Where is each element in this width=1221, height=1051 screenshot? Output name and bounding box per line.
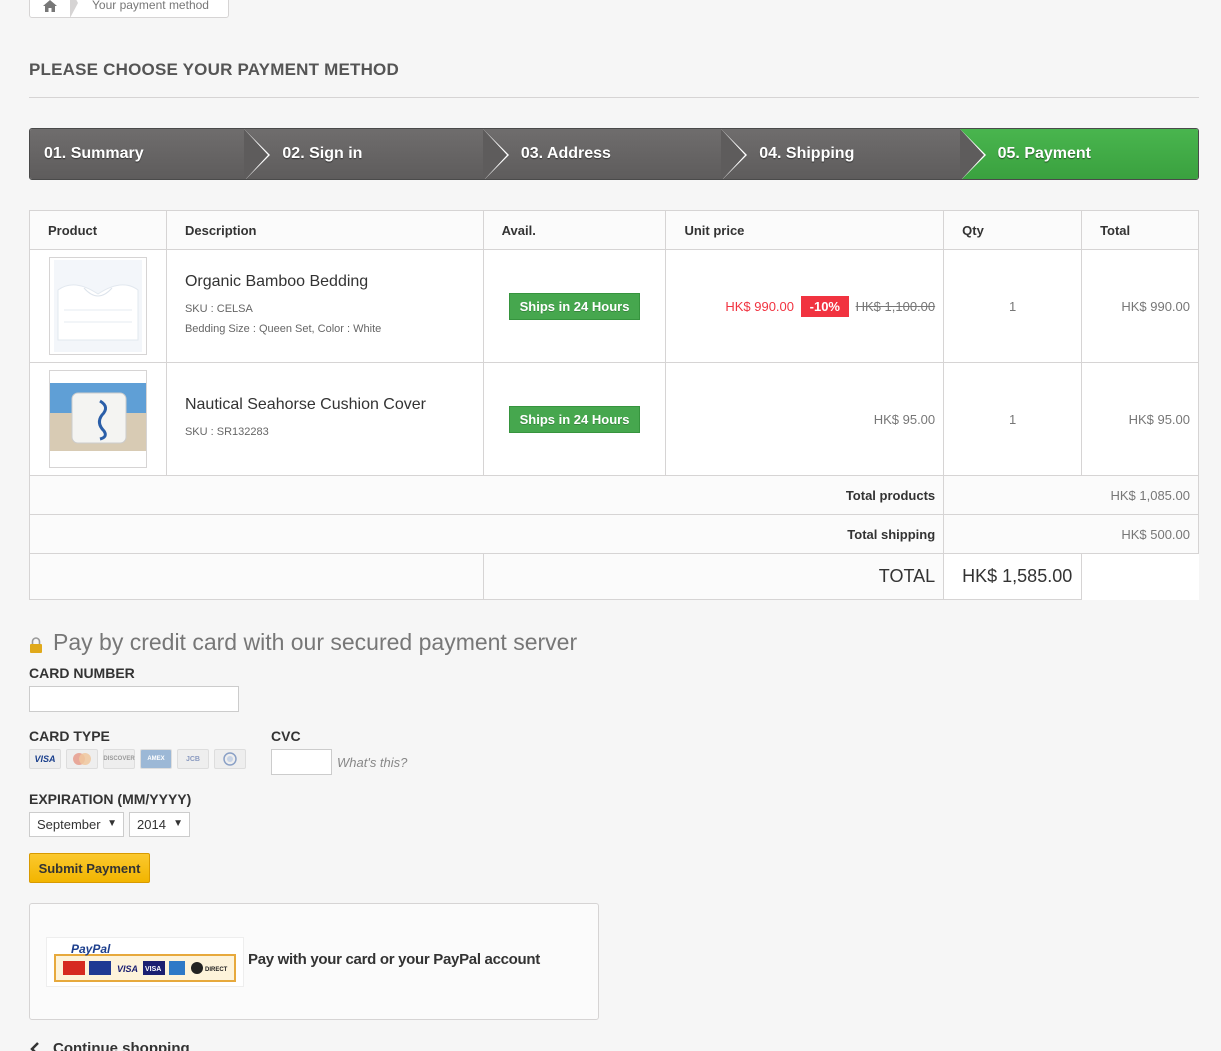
grand-total-label: TOTAL (482, 553, 945, 600)
card-type-label: CARD TYPE (29, 728, 110, 744)
line-total: HK$ 95.00 (1081, 362, 1199, 476)
expiration-year-select[interactable]: 2014 ▼ (129, 812, 190, 837)
product-name[interactable]: Organic Bamboo Bedding (185, 273, 483, 291)
page-title: PLEASE CHOOSE YOUR PAYMENT METHOD (29, 60, 399, 79)
paypal-logo-text: PayPal (71, 942, 111, 956)
product-sku: SKU : SR132283 (184, 426, 269, 438)
card-type-icons: VISA DISCOVER AMEX JCB (29, 749, 246, 769)
header-total: Total (1081, 210, 1199, 250)
card-number-input[interactable] (29, 686, 239, 712)
cvc-input[interactable] (271, 749, 332, 775)
grand-total-spacer (29, 553, 484, 600)
amex-card-icon[interactable]: AMEX (140, 749, 172, 769)
month-selected: September (37, 817, 101, 832)
jcb-card-icon[interactable]: JCB (177, 749, 209, 769)
lock-icon (30, 636, 42, 653)
credit-card-title-text: Pay by credit card with our secured paym… (53, 629, 578, 655)
availability-badge: Ships in 24 Hours (508, 292, 641, 320)
paypal-label[interactable]: Pay with your card or your PayPal accoun… (248, 951, 540, 968)
product-name[interactable]: Nautical Seahorse Cushion Cover (185, 396, 483, 414)
paypal-option[interactable]: PayPal VISA VISA DIRECT Pay with your ca… (29, 903, 599, 1020)
svg-text:VISA: VISA (117, 964, 138, 974)
product-image-bedding[interactable] (49, 257, 147, 355)
line-total: HK$ 990.00 (1081, 249, 1199, 363)
diners-card-icon[interactable] (214, 749, 246, 769)
availability-badge: Ships in 24 Hours (508, 405, 641, 433)
unit-price: HK$ 990.00 (725, 298, 795, 314)
paypal-logo[interactable]: PayPal VISA VISA DIRECT (46, 937, 244, 987)
step-label: 05. Payment (997, 145, 1092, 162)
total-shipping-value: HK$ 500.00 (943, 514, 1199, 554)
credit-card-title: Pay by credit card with our secured paym… (29, 629, 577, 656)
discover-card-icon[interactable]: DISCOVER (103, 749, 135, 769)
cvc-label: CVC (271, 728, 301, 744)
product-image-cushion[interactable] (49, 370, 147, 468)
dropdown-arrow-icon: ▼ (107, 818, 117, 829)
chevron-left-icon (30, 1041, 39, 1051)
svg-text:DIRECT: DIRECT (205, 967, 228, 973)
empty-cell (1081, 553, 1199, 600)
table-row: Organic Bamboo Bedding SKU : CELSA Beddi… (29, 249, 1199, 363)
step-label: 01. Summary (44, 145, 144, 162)
cart-summary-table: Product Description Avail. Unit price Qt… (28, 210, 1199, 600)
cvc-help-link[interactable]: What's this? (337, 755, 407, 770)
dropdown-arrow-icon: ▼ (173, 818, 183, 829)
step-summary[interactable]: 01. Summary (30, 129, 271, 179)
total-shipping-label: Total shipping (28, 514, 945, 554)
total-shipping-row: Total shipping HK$ 500.00 (28, 514, 1199, 554)
unit-price: HK$ 95.00 (873, 411, 936, 427)
svg-text:VISA: VISA (145, 966, 161, 973)
header-qty: Qty (943, 210, 1083, 250)
quantity: 1 (943, 362, 1083, 476)
grand-total-row: TOTAL HK$ 1,585.00 (29, 553, 1199, 600)
step-label: 04. Shipping (759, 145, 855, 162)
breadcrumb: Your payment method (29, 0, 229, 18)
grand-total-value: HK$ 1,585.00 (943, 553, 1083, 600)
expiration-month-select[interactable]: September ▼ (29, 812, 124, 837)
year-selected: 2014 (137, 817, 166, 832)
header-avail: Avail. (482, 210, 667, 250)
continue-shopping-label: Continue shopping (53, 1040, 190, 1051)
step-sign-in[interactable]: 02. Sign in (244, 129, 510, 179)
table-header-row: Product Description Avail. Unit price Qt… (29, 210, 1199, 250)
card-number-label: CARD NUMBER (29, 665, 135, 681)
table-row: Nautical Seahorse Cushion Cover SKU : SR… (29, 362, 1199, 476)
old-price: HK$ 1,100.00 (855, 298, 936, 314)
submit-payment-button[interactable]: Submit Payment (29, 853, 150, 883)
step-address[interactable]: 03. Address (482, 129, 748, 179)
divider (29, 97, 1199, 98)
total-products-value: HK$ 1,085.00 (943, 475, 1199, 515)
product-attributes: Bedding Size : Queen Set, Color : White (184, 323, 382, 335)
expiration-label: EXPIRATION (MM/YYYY) (29, 791, 192, 807)
discount-badge: -10% (800, 295, 849, 317)
home-icon[interactable] (30, 0, 70, 17)
quantity: 1 (943, 249, 1083, 363)
continue-shopping-link[interactable]: Continue shopping (29, 1040, 190, 1051)
header-product: Product (29, 210, 167, 250)
header-unit-price: Unit price (665, 210, 945, 250)
breadcrumb-current: Your payment method (92, 0, 209, 12)
header-description: Description (165, 210, 484, 250)
breadcrumb-separator (70, 0, 78, 18)
total-products-label: Total products (28, 475, 945, 515)
product-sku: SKU : CELSA (184, 303, 253, 315)
checkout-steps: 01. Summary 02. Sign in 03. Address 04. … (29, 128, 1199, 180)
step-payment: 05. Payment (959, 129, 1198, 179)
visa-card-icon[interactable]: VISA (29, 749, 61, 769)
mastercard-card-icon[interactable] (66, 749, 98, 769)
total-products-row: Total products HK$ 1,085.00 (28, 475, 1199, 515)
step-label: 03. Address (520, 145, 611, 162)
step-label: 02. Sign in (282, 145, 363, 162)
step-shipping[interactable]: 04. Shipping (721, 129, 987, 179)
